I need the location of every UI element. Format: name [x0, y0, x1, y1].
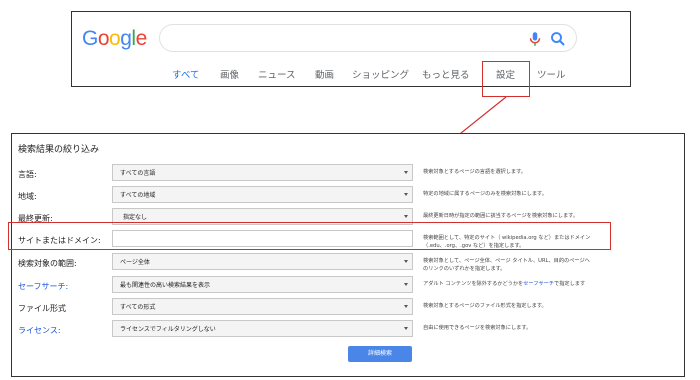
license-select[interactable]: ライセンスでフィルタリングしない — [112, 320, 413, 337]
chevron-down-icon — [404, 215, 408, 218]
settings-highlight — [482, 61, 530, 97]
chevron-down-icon — [404, 283, 408, 286]
chevron-down-icon — [404, 193, 408, 196]
tab-news[interactable]: ニュース — [258, 67, 296, 81]
search-input[interactable] — [159, 24, 577, 52]
tab-all[interactable]: すべて — [172, 67, 199, 81]
row-description: 検索対象とするページの言語を選択します。 — [423, 169, 526, 175]
chevron-down-icon — [404, 305, 408, 308]
google-logo[interactable]: Google — [82, 27, 147, 51]
chevron-down-icon — [404, 327, 408, 330]
row-label: 言語: — [18, 170, 37, 179]
license-link[interactable]: ライセンス: — [18, 325, 61, 336]
chevron-down-icon — [404, 171, 408, 174]
row-language: 言語: すべての言語 検索対象とするページの言語を選択します。 — [12, 164, 684, 184]
chevron-down-icon — [404, 260, 408, 263]
row-label: ファイル形式 — [18, 304, 66, 313]
row-search-scope: 検索対象の範囲: ページ全体 検索対象として、ページ全体、ページ タイトル、UR… — [12, 253, 684, 273]
row-safesearch: セーフサーチ: 最も関連性の高い検索結果を表示 アダルト コンテンツを除外するか… — [12, 276, 684, 296]
panel-title: 検索結果の絞り込み — [18, 145, 100, 155]
tab-shopping[interactable]: ショッピング — [352, 67, 409, 81]
row-region: 地域: すべての地域 特定の地域に属するページのみを検索対象にします。 — [12, 186, 684, 206]
language-select[interactable]: すべての言語 — [112, 164, 413, 181]
search-panel: Google すべて 画像 ニュース 動画 ショッピング もっと見る 設定 ツー… — [71, 11, 631, 87]
logo-letter: g — [120, 27, 132, 50]
row-description: 自由に使用できるページを検索対象にします。 — [423, 325, 532, 331]
advanced-search-panel: 検索結果の絞り込み 言語: すべての言語 検索対象とするページの言語を選択します… — [11, 133, 685, 377]
search-scope-select[interactable]: ページ全体 — [112, 253, 413, 270]
safesearch-select[interactable]: 最も関連性の高い検索結果を表示 — [112, 276, 413, 293]
select-value: ページ全体 — [120, 259, 150, 266]
logo-letter: o — [109, 27, 121, 50]
row-label: 検索対象の範囲: — [18, 259, 77, 268]
row-description: アダルト コンテンツを除外するかどうかをセーフサーチで指定します — [423, 280, 683, 288]
logo-letter: o — [97, 27, 110, 50]
advanced-search-button[interactable]: 詳細検索 — [348, 346, 412, 362]
tab-videos[interactable]: 動画 — [315, 67, 334, 81]
safesearch-inline-link[interactable]: セーフサーチ — [523, 281, 554, 287]
select-value: ライセンスでフィルタリングしない — [120, 326, 216, 333]
description-line: のリンクのいずれかを指定します。 — [423, 266, 506, 272]
tab-tools[interactable]: ツール — [537, 67, 566, 81]
row-description: 検索対象として、ページ全体、ページ タイトル、URL、目的のページへ のリンクの… — [423, 257, 683, 273]
row-label: 地域: — [18, 192, 37, 201]
row-description: 最終更新日時が指定の範囲に該当するページを検索対象にします。 — [423, 213, 579, 219]
description-text: で指定します — [554, 281, 586, 287]
select-value: すべての言語 — [120, 170, 156, 177]
select-value: 指定なし — [123, 214, 148, 221]
file-type-select[interactable]: すべての形式 — [112, 298, 413, 315]
row-description: 特定の地域に属するページのみを検索対象にします。 — [423, 191, 547, 197]
tab-images[interactable]: 画像 — [220, 67, 239, 81]
row-description: 検索対象とするページのファイル形式を指定します。 — [423, 303, 547, 309]
row-file-type: ファイル形式 すべての形式 検索対象とするページのファイル形式を指定します。 — [12, 298, 684, 318]
select-value: すべての地域 — [120, 192, 156, 199]
tab-more[interactable]: もっと見る — [422, 67, 470, 81]
safesearch-link[interactable]: セーフサーチ: — [18, 281, 68, 292]
domain-row-highlight — [8, 222, 611, 250]
region-select[interactable]: すべての地域 — [112, 186, 413, 203]
select-value: 最も関連性の高い検索結果を表示 — [120, 282, 211, 289]
row-license: ライセンス: ライセンスでフィルタリングしない 自由に使用できるページを検索対象… — [12, 320, 684, 340]
select-value: すべての形式 — [120, 304, 156, 311]
description-line: 検索対象として、ページ全体、ページ タイトル、URL、目的のページへ — [423, 258, 590, 264]
search-icon[interactable] — [549, 30, 567, 48]
logo-letter: e — [135, 27, 148, 50]
mic-icon[interactable] — [526, 30, 544, 48]
description-text: アダルト コンテンツを除外するかどうかを — [423, 281, 524, 287]
logo-letter: G — [82, 27, 98, 50]
